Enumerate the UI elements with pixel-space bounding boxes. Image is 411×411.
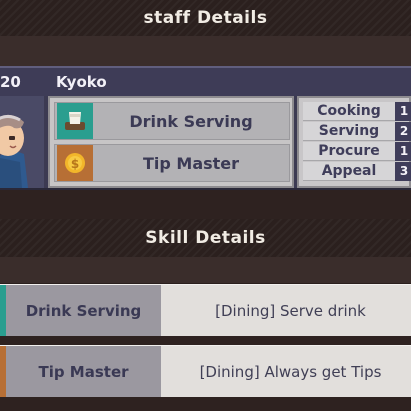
staff-title-bar: 20 Kyoko <box>0 68 411 96</box>
divider-band <box>0 190 411 219</box>
equipped-skills-panel: Drink Serving $ Tip Master <box>48 96 294 188</box>
staff-name: Kyoko <box>56 73 107 91</box>
skill-detail-row-drink-serving[interactable]: Drink Serving [Dining] Serve drink <box>0 284 411 337</box>
staff-portrait[interactable] <box>0 96 44 188</box>
skill-detail-description: [Dining] Serve drink <box>215 302 366 320</box>
bottom-band <box>0 397 411 411</box>
stat-row-serving: Serving 2 <box>303 121 411 141</box>
skill-slot-label: Drink Serving <box>129 111 253 131</box>
skill-detail-name: Tip Master <box>6 346 161 398</box>
skill-slot-label: Tip Master <box>142 153 240 173</box>
skill-details-header: Skill Details <box>0 219 411 257</box>
divider-band <box>0 257 411 283</box>
stat-value: 3 <box>395 161 411 181</box>
coin-icon: $ <box>57 145 93 181</box>
skill-detail-row-tip-master[interactable]: Tip Master [Dining] Always get Tips <box>0 345 411 398</box>
stat-label: Procure <box>318 143 380 159</box>
stat-row-procure: Procure 1 <box>303 141 411 161</box>
stats-panel: Cooking 1 Serving 2 Procure 1 Appeal 3 <box>297 96 411 188</box>
stat-row-appeal: Appeal 3 <box>303 161 411 181</box>
skill-detail-name: Drink Serving <box>6 285 161 337</box>
row-gap <box>0 336 411 345</box>
divider-band <box>0 36 411 66</box>
chef-portrait-icon <box>0 96 44 188</box>
staff-level: 20 <box>0 73 21 91</box>
stat-label: Serving <box>318 123 380 139</box>
skill-details-title: Skill Details <box>145 228 266 248</box>
stat-row-cooking: Cooking 1 <box>303 101 411 121</box>
stat-value: 1 <box>395 141 411 161</box>
stat-label: Cooking <box>317 103 381 119</box>
skill-slot-drink-serving[interactable]: Drink Serving <box>54 102 290 140</box>
skill-slot-tip-master[interactable]: $ Tip Master <box>54 144 290 182</box>
stat-value: 1 <box>395 101 411 121</box>
staff-details-header: staff Details <box>0 0 411 36</box>
stat-label: Appeal <box>321 163 377 179</box>
stat-value: 2 <box>395 121 411 141</box>
svg-text:$: $ <box>71 157 79 171</box>
drink-cup-icon <box>57 103 93 139</box>
skill-detail-description: [Dining] Always get Tips <box>199 363 382 381</box>
staff-details-title: staff Details <box>143 8 268 28</box>
